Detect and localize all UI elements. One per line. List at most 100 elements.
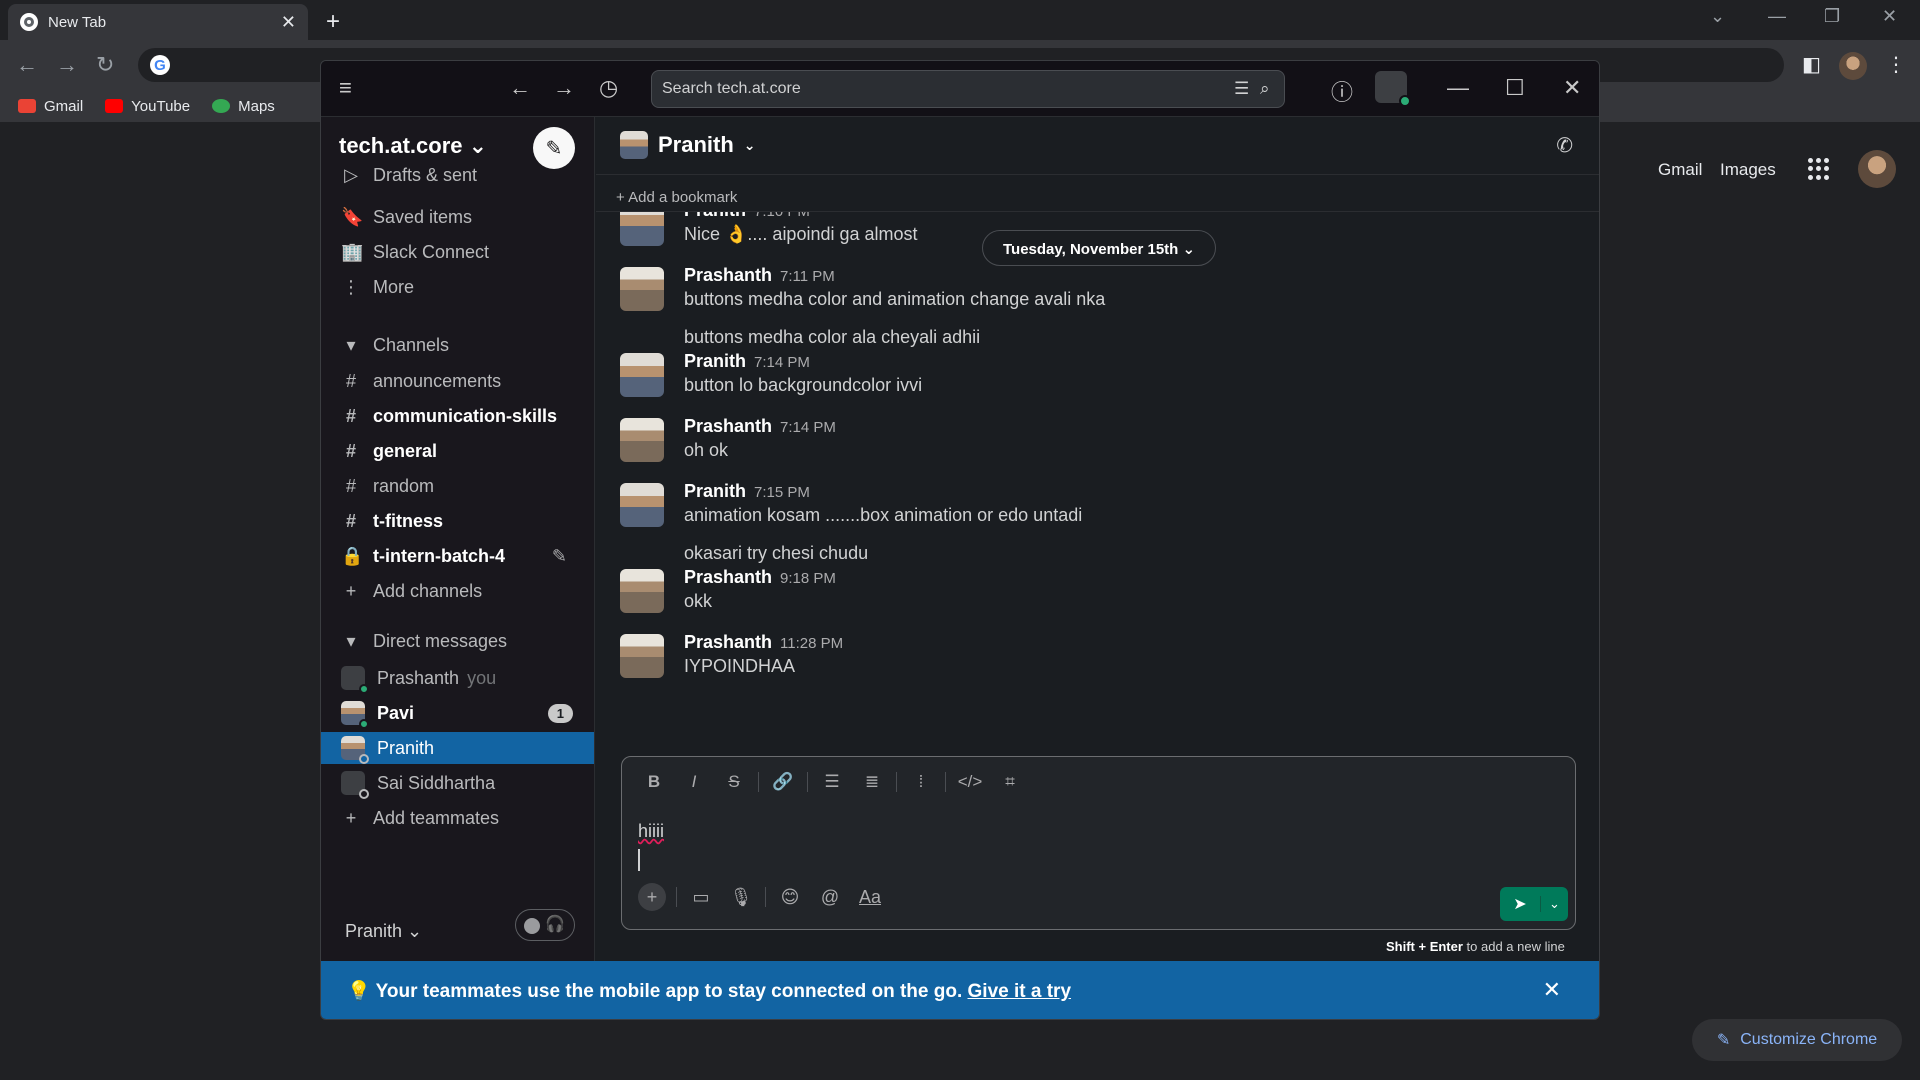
video-icon[interactable]: ▭ xyxy=(681,887,721,908)
avatar[interactable] xyxy=(620,212,664,246)
bookmark-youtube[interactable]: YouTube xyxy=(105,98,190,115)
composer-input-text[interactable]: hiiii xyxy=(638,821,664,842)
hamburger-menu-icon[interactable]: ≡ xyxy=(339,75,352,101)
restore-icon[interactable]: ❐ xyxy=(1824,6,1840,27)
avatar[interactable] xyxy=(620,267,664,311)
add-channels-button[interactable]: + Add channels xyxy=(333,575,583,607)
huddle-toggle[interactable]: 🎧 xyxy=(515,909,575,941)
message-author[interactable]: Prashanth 9:18 PM xyxy=(684,567,836,588)
dm-item-prashanth[interactable]: Prashanth you xyxy=(333,662,583,694)
new-tab-button[interactable]: + xyxy=(326,8,340,36)
send-icon: ➤ xyxy=(1513,896,1527,913)
send-icon: ▷ xyxy=(344,165,358,185)
huddle-user-menu[interactable]: Pranith ⌄ xyxy=(345,921,422,942)
add-teammates-button[interactable]: + Add teammates xyxy=(333,802,583,834)
message-author[interactable]: Pranith 7:15 PM xyxy=(684,481,810,502)
sidebar-item-saved[interactable]: 🔖 Saved items xyxy=(333,201,583,233)
send-button[interactable]: ➤ ⌄ xyxy=(1500,887,1568,921)
dm-item-pavi[interactable]: Pavi 1 xyxy=(333,697,583,729)
message-author[interactable]: Prashanth 7:14 PM xyxy=(684,416,836,437)
sidebar-item-channel[interactable]: # announcements xyxy=(333,365,583,397)
text-format-icon[interactable]: Aa xyxy=(850,887,890,908)
back-icon[interactable]: ← xyxy=(16,52,38,78)
message-author[interactable]: Prashanth 7:11 PM xyxy=(684,265,835,286)
avatar[interactable] xyxy=(620,569,664,613)
avatar[interactable] xyxy=(620,353,664,397)
channel-title[interactable]: Pranith ⌄ xyxy=(620,131,756,159)
add-bookmark-button[interactable]: + Add a bookmark xyxy=(616,189,737,206)
avatar[interactable] xyxy=(620,634,664,678)
message-author[interactable]: Pranith 7:14 PM xyxy=(684,351,810,372)
maximize-icon[interactable]: ☐ xyxy=(1505,75,1525,101)
sidebar-item-more[interactable]: ⋮ More xyxy=(333,271,583,303)
date-divider-pill[interactable]: Tuesday, November 15th ⌄ xyxy=(982,230,1217,266)
dm-item-pranith[interactable]: Pranith xyxy=(321,732,594,764)
forward-icon[interactable]: → xyxy=(56,52,78,78)
close-icon[interactable]: ✕ xyxy=(1563,75,1581,101)
tab-search-icon[interactable]: ⌄ xyxy=(1710,6,1725,27)
bold-icon[interactable]: B xyxy=(634,772,674,792)
tab-close-icon[interactable]: ✕ xyxy=(281,12,296,33)
customize-chrome-button[interactable]: ✎ Customize Chrome xyxy=(1692,1019,1902,1061)
dm-item-sai-siddhartha[interactable]: Sai Siddhartha xyxy=(333,767,583,799)
google-account-avatar[interactable] xyxy=(1858,150,1896,188)
italic-icon[interactable]: I xyxy=(674,772,714,792)
banner-close-icon[interactable]: ✕ xyxy=(1543,977,1561,1003)
send-options-chevron-icon[interactable]: ⌄ xyxy=(1540,896,1568,912)
give-it-a-try-link[interactable]: Give it a try xyxy=(968,981,1072,1002)
search-icon[interactable]: ⌕ xyxy=(1260,79,1270,99)
message-author[interactable]: Prashanth 11:28 PM xyxy=(684,632,843,653)
sidebar-item-drafts[interactable]: ▷ Drafts & sent xyxy=(333,165,583,185)
browser-tab[interactable]: New Tab ✕ xyxy=(8,4,308,40)
blockquote-icon[interactable]: ⁞ xyxy=(901,772,941,792)
hash-icon: # xyxy=(345,510,356,531)
code-icon[interactable]: </> xyxy=(950,772,990,792)
building-icon: 🏢 xyxy=(341,241,364,262)
bulleted-list-icon[interactable]: ≣ xyxy=(852,772,892,792)
profile-avatar[interactable] xyxy=(1839,52,1867,80)
phone-icon[interactable]: ✆ xyxy=(1556,133,1573,158)
ntp-gmail-link[interactable]: Gmail xyxy=(1658,160,1702,180)
sidebar-item-channel[interactable]: # t-fitness xyxy=(333,505,583,537)
close-window-icon[interactable]: ✕ xyxy=(1882,6,1897,27)
message-composer[interactable]: B I S 🔗 ☰ ≣ ⁞ </> ⌗ hiiii + ▭ 🎙 😊 @ Aa ➤… xyxy=(621,756,1576,930)
reload-icon[interactable]: ↻ xyxy=(96,52,114,78)
google-apps-icon[interactable] xyxy=(1808,158,1830,180)
message-text: oh ok xyxy=(684,440,729,460)
compose-button[interactable]: ✎ xyxy=(533,127,575,169)
channels-section-header[interactable]: ▾ Channels xyxy=(333,329,583,361)
bookmark-gmail[interactable]: Gmail xyxy=(18,98,83,115)
avatar[interactable] xyxy=(620,483,664,527)
history-icon[interactable]: ◷ xyxy=(599,75,618,101)
message-author[interactable]: Pranith7:10 PM xyxy=(684,212,810,221)
history-forward-icon[interactable]: → xyxy=(553,75,575,101)
ordered-list-icon[interactable]: ☰ xyxy=(812,772,852,792)
history-back-icon[interactable]: ← xyxy=(509,75,531,101)
minimize-icon[interactable]: — xyxy=(1768,6,1786,27)
sidebar-item-channel[interactable]: # random xyxy=(333,470,583,502)
link-icon[interactable]: 🔗 xyxy=(763,772,803,792)
code-block-icon[interactable]: ⌗ xyxy=(990,772,1030,792)
sidebar-item-channel[interactable]: # general xyxy=(333,435,583,467)
strikethrough-icon[interactable]: S xyxy=(714,772,754,792)
mention-icon[interactable]: @ xyxy=(810,887,850,908)
sidebar-item-channel[interactable]: # communication-skills xyxy=(333,400,583,432)
chrome-menu-icon[interactable]: ⋮ xyxy=(1886,52,1906,77)
side-panel-icon[interactable]: ◧ xyxy=(1802,52,1821,77)
search-input[interactable]: Search tech.at.core ☰ ⌕ xyxy=(651,70,1285,108)
user-avatar[interactable] xyxy=(1375,71,1411,107)
dm-section-header[interactable]: ▾ Direct messages xyxy=(333,625,583,657)
sidebar-item-channel[interactable]: 🔒 t-intern-batch-4 ✎ xyxy=(333,540,583,572)
minimize-icon[interactable]: — xyxy=(1447,75,1469,101)
emoji-icon[interactable]: 😊 xyxy=(770,887,810,908)
edit-pencil-icon[interactable]: ✎ xyxy=(552,546,567,567)
avatar[interactable] xyxy=(620,418,664,462)
sidebar-item-slack-connect[interactable]: 🏢 Slack Connect xyxy=(333,236,583,268)
microphone-icon[interactable]: 🎙 xyxy=(721,887,761,908)
bookmark-maps[interactable]: Maps xyxy=(212,98,275,115)
workspace-name[interactable]: tech.at.core ⌄ xyxy=(339,133,487,159)
ntp-images-link[interactable]: Images xyxy=(1720,160,1776,180)
search-filter-icon[interactable]: ☰ xyxy=(1234,79,1249,99)
attach-plus-icon[interactable]: + xyxy=(632,883,672,911)
help-icon[interactable]: ⓘ xyxy=(1331,75,1353,107)
